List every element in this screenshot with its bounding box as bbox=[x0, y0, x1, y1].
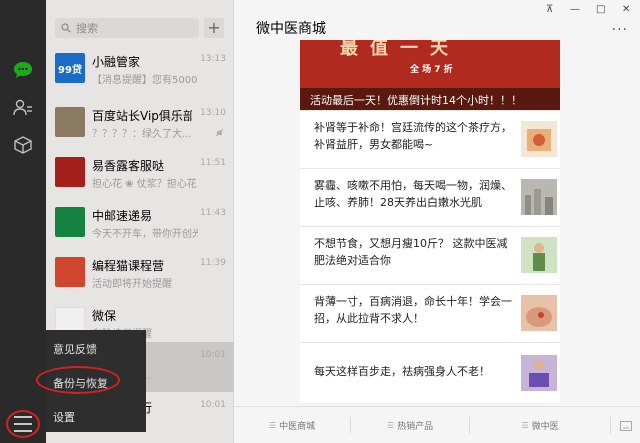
chat-name: 易香露客服哒 bbox=[92, 159, 165, 173]
article-title: 雾霾、咳嗽不用怕，每天喝一物，润燥、止咳、养肺！28天养出白嫩水光肌 bbox=[314, 179, 512, 209]
avatar bbox=[55, 107, 85, 137]
chat-time: 13:13 bbox=[200, 54, 226, 64]
bottom-menu-bar: ☰ 中医商城 ☰ 热销产品 ☰ 微中医 bbox=[234, 406, 640, 443]
smog-city-thumbnail bbox=[521, 179, 557, 215]
article-item[interactable]: 不想节食，又想月瘦10斤？ 这款中医减肥法绝对适合你 bbox=[300, 226, 560, 284]
tab-shop[interactable]: ☰ 中医商城 bbox=[234, 407, 350, 443]
chat-name: 编程猫课程营 bbox=[92, 259, 165, 273]
avatar bbox=[55, 157, 85, 187]
article-item[interactable]: 背薄一寸，百病消退，命长十年！学会一招，从此拉背不求人！ bbox=[300, 284, 560, 342]
chat-preview: 活动即将开始提醒 bbox=[92, 279, 172, 290]
hamburger-menu-icon[interactable] bbox=[10, 414, 36, 434]
banner-sale: 全 场 7 折 bbox=[410, 65, 453, 75]
banner-caption: 活动最后一天！优惠倒计时14个小时！！！ bbox=[310, 94, 522, 107]
tea-box-thumbnail bbox=[521, 121, 557, 157]
chat-list-item[interactable]: 99贷 小融管家【消息提醒】您有5000... 13:13 bbox=[46, 46, 234, 96]
search-box[interactable] bbox=[55, 18, 199, 38]
article-title: 每天这样百步走，祛病强身人不老！ bbox=[314, 365, 490, 378]
chat-preview: 今天不开车，带你开创光机 bbox=[92, 229, 198, 240]
maximize-button[interactable]: □ bbox=[596, 4, 605, 15]
tab-hot-products[interactable]: ☰ 热销产品 bbox=[351, 407, 469, 443]
avatar bbox=[55, 257, 85, 287]
article-title: 不想节食，又想月瘦10斤？ 这款中医减肥法绝对适合你 bbox=[314, 237, 508, 267]
chat-name: 百度站长Vip俱乐部 bbox=[92, 109, 192, 123]
tab-micro-tcm[interactable]: ☰ 微中医 bbox=[470, 407, 610, 443]
chat-name: 小融管家 bbox=[92, 55, 141, 69]
back-massage-thumbnail bbox=[521, 295, 557, 331]
add-chat-button[interactable]: + bbox=[204, 18, 224, 38]
article-item[interactable]: 每天这样百步走，祛病强身人不老！ bbox=[300, 342, 560, 402]
chat-time: 11:39 bbox=[200, 258, 226, 268]
banner-headline: 最值一天 bbox=[340, 40, 460, 59]
avatar bbox=[55, 207, 85, 237]
minimize-button[interactable]: — bbox=[570, 4, 580, 15]
chat-bubble-icon[interactable] bbox=[11, 58, 35, 82]
chat-list-item[interactable]: 编程猫课程营 活动即将开始提醒 11:39 bbox=[46, 250, 234, 300]
article-card[interactable]: 最值一天 全 场 7 折 活动最后一天！优惠倒计时14个小时！！！ 补肾等于补命… bbox=[300, 40, 560, 402]
tab-label: 中医商城 bbox=[279, 422, 316, 432]
tab-label: 热销产品 bbox=[397, 422, 434, 432]
article-item[interactable]: 补肾等于补命！宫廷流传的这个茶疗方，补肾益肝，男女都能喝~ bbox=[300, 110, 560, 168]
contacts-icon[interactable] bbox=[11, 96, 35, 120]
chat-name: 中邮速递易 bbox=[92, 209, 153, 223]
chat-preview: ？？？？：绿久了大... bbox=[92, 129, 192, 140]
chat-preview: 【消息提醒】您有5000... bbox=[92, 75, 198, 86]
sidebar-rail bbox=[0, 0, 46, 443]
search-input[interactable] bbox=[76, 21, 194, 35]
search-icon bbox=[61, 23, 71, 33]
keyboard-switch-icon[interactable] bbox=[611, 407, 640, 443]
menu-item-settings[interactable]: 设置 bbox=[53, 409, 75, 425]
article-item[interactable]: 雾霾、咳嗽不用怕，每天喝一物，润燥、止咳、养肺！28天养出白嫩水光肌 bbox=[300, 168, 560, 226]
walking-thumbnail bbox=[521, 355, 557, 391]
chat-time: 10:01 bbox=[200, 400, 226, 410]
menu-item-feedback[interactable]: 意见反馈 bbox=[53, 341, 97, 357]
favorites-box-icon[interactable] bbox=[11, 133, 35, 157]
settings-popup-menu: 意见反馈 备份与恢复 设置 bbox=[46, 330, 146, 432]
mute-bell-icon bbox=[215, 128, 224, 137]
chat-list-item[interactable]: 易香露客服哒担心花 ❀ 仗浆？担心花 ❀ ... 11:51 bbox=[46, 150, 234, 200]
main-pane: ⊼ — □ ✕ 微中医商城 ··· 最值一天 全 场 7 折 活动最后一天！优惠… bbox=[234, 0, 640, 443]
slim-woman-thumbnail bbox=[521, 237, 557, 273]
chat-title: 微中医商城 bbox=[256, 21, 326, 37]
chat-name: 微保 bbox=[92, 309, 117, 323]
menu-item-backup-restore[interactable]: 备份与恢复 bbox=[53, 375, 108, 391]
chat-list-item[interactable]: 中邮速递易今天不开车，带你开创光机 11:43 bbox=[46, 200, 234, 250]
chat-list-item[interactable]: 百度站长Vip俱乐部 ？？？？：绿久了大... 13:10 bbox=[46, 100, 234, 150]
chat-time: 11:43 bbox=[200, 208, 226, 218]
chat-time: 10:01 bbox=[200, 350, 226, 360]
chat-time: 13:10 bbox=[200, 108, 226, 118]
promo-banner[interactable]: 最值一天 全 场 7 折 活动最后一天！优惠倒计时14个小时！！！ bbox=[300, 40, 560, 110]
tab-label: 微中医 bbox=[531, 422, 559, 432]
chat-preview: 担心花 ❀ 仗浆？担心花 ❀ ... bbox=[92, 179, 198, 190]
more-options-button[interactable]: ··· bbox=[612, 22, 628, 38]
avatar: 99贷 bbox=[55, 53, 85, 83]
article-title: 背薄一寸，百病消退，命长十年！学会一招，从此拉背不求人！ bbox=[314, 295, 512, 325]
pin-icon[interactable]: ⊼ bbox=[546, 4, 553, 15]
chat-time: 11:51 bbox=[200, 158, 226, 168]
close-button[interactable]: ✕ bbox=[622, 4, 630, 15]
article-title: 补肾等于补命！宫廷流传的这个茶疗方，补肾益肝，男女都能喝~ bbox=[314, 121, 512, 151]
